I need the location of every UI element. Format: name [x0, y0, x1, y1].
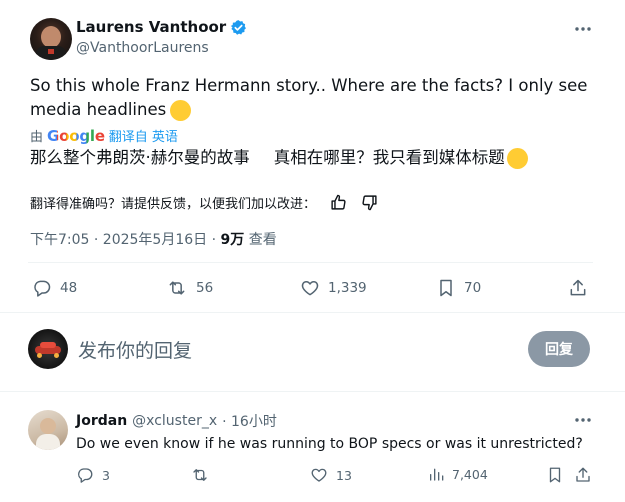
reply-share-action[interactable] [574, 466, 592, 484]
reply-author-handle[interactable]: @xcluster_x [132, 413, 217, 429]
translation-feedback-prompt: 翻译得准确吗？请提供反馈，以便我们加以改进： [30, 197, 317, 212]
author-name[interactable]: Laurens Vanthoor [76, 18, 226, 36]
my-avatar[interactable] [28, 329, 68, 369]
translated-text-part: 真相在哪里？我只看到媒体标题 [273, 148, 505, 167]
no-mouth-emoji: 😶 [170, 99, 192, 121]
reply-count: 48 [60, 280, 78, 296]
google-logo: Google [47, 126, 105, 145]
reply-bookmark-action[interactable] [546, 466, 564, 484]
bookmark-icon [436, 278, 456, 298]
share-icon [574, 466, 592, 484]
like-count: 1,339 [328, 280, 367, 296]
bookmark-icon [546, 466, 564, 484]
tweet-text-line: So this whole Franz Hermann story.. Wher… [30, 76, 588, 95]
view-label: 查看 [244, 232, 277, 248]
reply-author-avatar[interactable] [28, 410, 68, 450]
bookmark-action[interactable]: 70 [436, 278, 481, 298]
translated-text-part: 那么整个弗朗茨·赫尔曼的故事 [30, 148, 250, 167]
author-handle[interactable]: @VanthoorLaurens [76, 40, 209, 56]
thumbs-down-icon[interactable] [361, 194, 378, 211]
share-icon [568, 278, 588, 298]
retweet-icon [190, 466, 210, 484]
tweet-text-line: media headlines [30, 100, 167, 119]
no-mouth-emoji [506, 147, 528, 169]
author-avatar[interactable] [30, 18, 72, 60]
verified-badge-icon [230, 19, 247, 36]
divider [0, 312, 625, 313]
reply-author-name[interactable]: Jordan [76, 413, 127, 429]
reply-reply-action[interactable]: 3 [76, 466, 110, 484]
retweet-count: 56 [196, 280, 214, 296]
tweet-action-bar: 48 56 1,339 70 [32, 278, 592, 300]
translated-by: 由 Google 翻译自 英语 [30, 126, 178, 146]
translated-from-english-link[interactable]: 翻译自 英语 [109, 126, 178, 145]
reply-views-action[interactable]: 7,404 [428, 466, 488, 482]
reply-view-count: 7,404 [452, 466, 488, 482]
view-count: 9万 [220, 232, 245, 248]
tweet-text: So this whole Franz Hermann story.. Wher… [30, 74, 590, 122]
reply-composer-input[interactable]: 发布你的回复 [78, 336, 192, 363]
heart-icon [300, 278, 320, 298]
divider [28, 262, 593, 263]
heart-icon [310, 466, 328, 484]
retweet-icon [166, 278, 188, 298]
divider [0, 391, 625, 392]
reply-button[interactable]: 回复 [528, 331, 590, 367]
reply-more-options-icon[interactable] [574, 413, 592, 427]
reply-text: Do we even know if he was running to BOP… [76, 436, 583, 452]
share-action[interactable] [568, 278, 588, 298]
reply-reply-count: 3 [102, 467, 110, 483]
translated-by-prefix: 由 [30, 130, 44, 145]
reply-action[interactable]: 48 [32, 278, 77, 298]
thumbs-up-icon[interactable] [330, 194, 347, 211]
tweet-timestamp[interactable]: 下午7:05 · 2025年5月16日 · [30, 229, 221, 249]
retweet-action[interactable]: 56 [166, 278, 213, 298]
reply-action-bar: 3 13 7,404 [76, 466, 594, 486]
reply-time[interactable]: · 16小时 [222, 411, 277, 431]
translated-text: 那么整个弗朗茨·赫尔曼的故事 真相在哪里？我只看到媒体标题 [30, 146, 528, 170]
analytics-icon [428, 466, 444, 482]
reply-retweet-action[interactable] [190, 466, 210, 484]
more-options-icon[interactable] [574, 22, 592, 36]
reply-icon [32, 278, 52, 298]
reply-like-action[interactable]: 13 [310, 466, 352, 484]
bookmark-count: 70 [464, 280, 482, 296]
like-action[interactable]: 1,339 [300, 278, 367, 298]
reply-like-count: 13 [336, 467, 352, 483]
reply-icon [76, 466, 94, 484]
tweet-meta: 下午7:05 · 2025年5月16日 · 9万 查看 [30, 229, 277, 249]
